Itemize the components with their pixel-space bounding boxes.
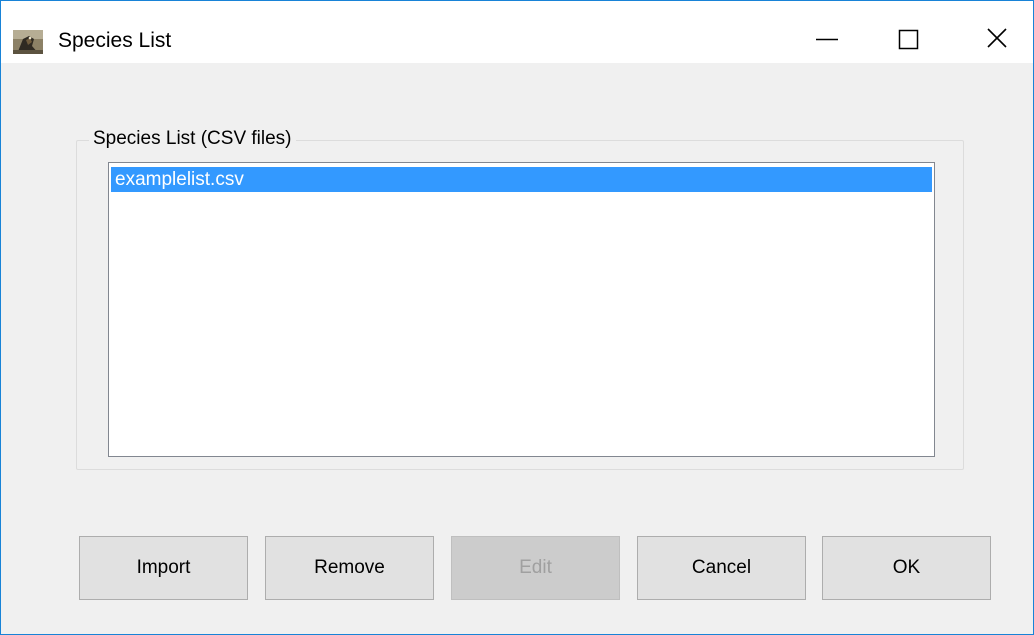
minimize-icon (816, 38, 838, 41)
species-list-window: Species List Species List (CSV files) ex… (0, 0, 1034, 635)
title-bar[interactable]: Species List (1, 1, 1033, 63)
import-button[interactable]: Import (79, 536, 248, 600)
groupbox-label: Species List (CSV files) (89, 127, 296, 151)
species-file-listbox[interactable]: examplelist.csv (108, 162, 935, 457)
bird-photo-icon (13, 30, 43, 54)
close-button[interactable] (963, 1, 1031, 63)
maximize-button[interactable] (874, 1, 942, 63)
maximize-icon (898, 29, 919, 50)
list-item[interactable]: examplelist.csv (111, 167, 932, 192)
ok-button[interactable]: OK (822, 536, 991, 600)
minimize-button[interactable] (793, 1, 861, 63)
close-icon (987, 28, 1007, 48)
window-title: Species List (58, 29, 172, 52)
cancel-button[interactable]: Cancel (637, 536, 806, 600)
edit-button[interactable]: Edit (451, 536, 620, 600)
remove-button[interactable]: Remove (265, 536, 434, 600)
